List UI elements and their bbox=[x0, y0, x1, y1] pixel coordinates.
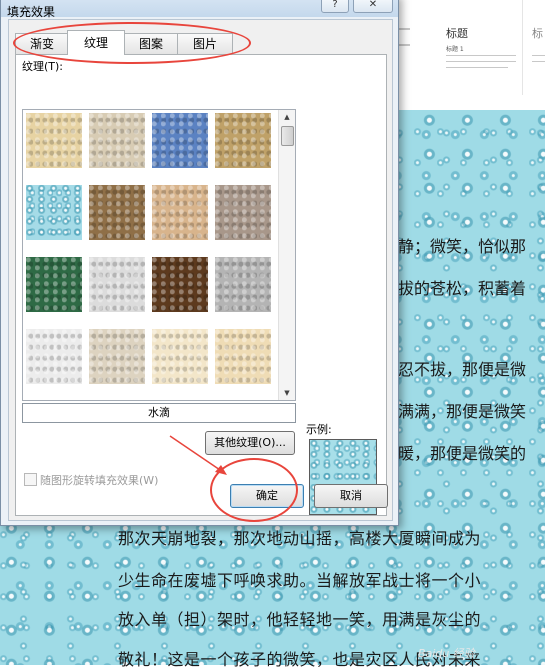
watermark: Baidu 经验 bbox=[418, 647, 475, 660]
texture-swatch[interactable] bbox=[214, 328, 272, 385]
texture-swatch[interactable] bbox=[25, 184, 83, 241]
tab-picture[interactable]: 图片 bbox=[177, 33, 233, 54]
texture-swatch[interactable] bbox=[151, 184, 209, 241]
document-text-line: 放入单（担）架时，他轻轻地一笑，用满是灰尘的 bbox=[118, 610, 482, 629]
selected-texture-name: 水滴 bbox=[22, 403, 296, 423]
tab-pattern[interactable]: 图案 bbox=[123, 33, 179, 54]
document-thumbnail-partial[interactable]: 标 bbox=[524, 0, 545, 95]
help-button[interactable]: ? bbox=[321, 0, 349, 13]
texture-swatch[interactable] bbox=[214, 112, 272, 169]
texture-swatch[interactable] bbox=[88, 328, 146, 385]
tab-gradient[interactable]: 渐变 bbox=[15, 33, 69, 54]
texture-swatch[interactable] bbox=[88, 256, 146, 313]
cancel-button[interactable]: 取消 bbox=[314, 484, 388, 508]
close-button[interactable]: ✕ bbox=[353, 0, 393, 13]
texture-swatch[interactable] bbox=[151, 112, 209, 169]
document-text-line: 少生命在废墟下呼唤求助。当解放军战士将一个小 bbox=[118, 571, 482, 590]
texture-swatch[interactable] bbox=[151, 256, 209, 313]
rotate-with-shape-label: 随图形旋转填充效果(W) bbox=[40, 474, 159, 487]
dialog-title: 填充效果 bbox=[7, 5, 56, 19]
scroll-up-arrow-icon[interactable]: ▲ bbox=[279, 110, 295, 124]
texture-swatch[interactable] bbox=[88, 112, 146, 169]
thumbnail-title: 标题 bbox=[446, 27, 468, 40]
gallery-scrollbar[interactable]: ▲ ▼ bbox=[278, 110, 295, 400]
rotate-with-shape-checkbox[interactable] bbox=[24, 473, 37, 486]
scrollbar-thumb[interactable] bbox=[281, 126, 294, 146]
texture-swatch[interactable] bbox=[88, 184, 146, 241]
document-header-area: 标题 标题 1 标 bbox=[395, 0, 545, 110]
texture-swatch[interactable] bbox=[214, 184, 272, 241]
document-text-line: 满满，那便是微笑 bbox=[398, 402, 527, 421]
texture-gallery[interactable]: ▲ ▼ bbox=[22, 109, 296, 401]
texture-swatch[interactable] bbox=[25, 112, 83, 169]
texture-swatch[interactable] bbox=[214, 256, 272, 313]
document-text-line: 静；微笑，恰似那 bbox=[398, 237, 527, 256]
dialog-titlebar[interactable]: 填充效果 ? ✕ bbox=[1, 0, 398, 19]
document-text-line: 拔的苍松，积蓄着 bbox=[398, 279, 527, 298]
texture-swatch[interactable] bbox=[25, 256, 83, 313]
document-text-line: 忍不拔，那便是微 bbox=[398, 360, 527, 379]
thumbnail-subtitle: 标题 1 bbox=[446, 46, 464, 53]
thumbnail-title-partial: 标 bbox=[532, 27, 543, 40]
texture-label: 纹理(T): bbox=[22, 60, 64, 73]
document-text-line: 那次天崩地裂，那次地动山摇，高楼大厦瞬间成为 bbox=[118, 529, 482, 548]
document-text-line: 暖，那便是微笑的 bbox=[398, 444, 527, 463]
texture-swatch[interactable] bbox=[25, 328, 83, 385]
annotation-arrow-icon bbox=[169, 435, 227, 475]
document-thumbnail[interactable]: 标题 标题 1 bbox=[426, 0, 523, 95]
texture-swatch[interactable] bbox=[151, 328, 209, 385]
sample-label: 示例: bbox=[306, 423, 332, 436]
scroll-down-arrow-icon[interactable]: ▼ bbox=[279, 386, 295, 400]
tab-texture[interactable]: 纹理 bbox=[67, 30, 125, 55]
